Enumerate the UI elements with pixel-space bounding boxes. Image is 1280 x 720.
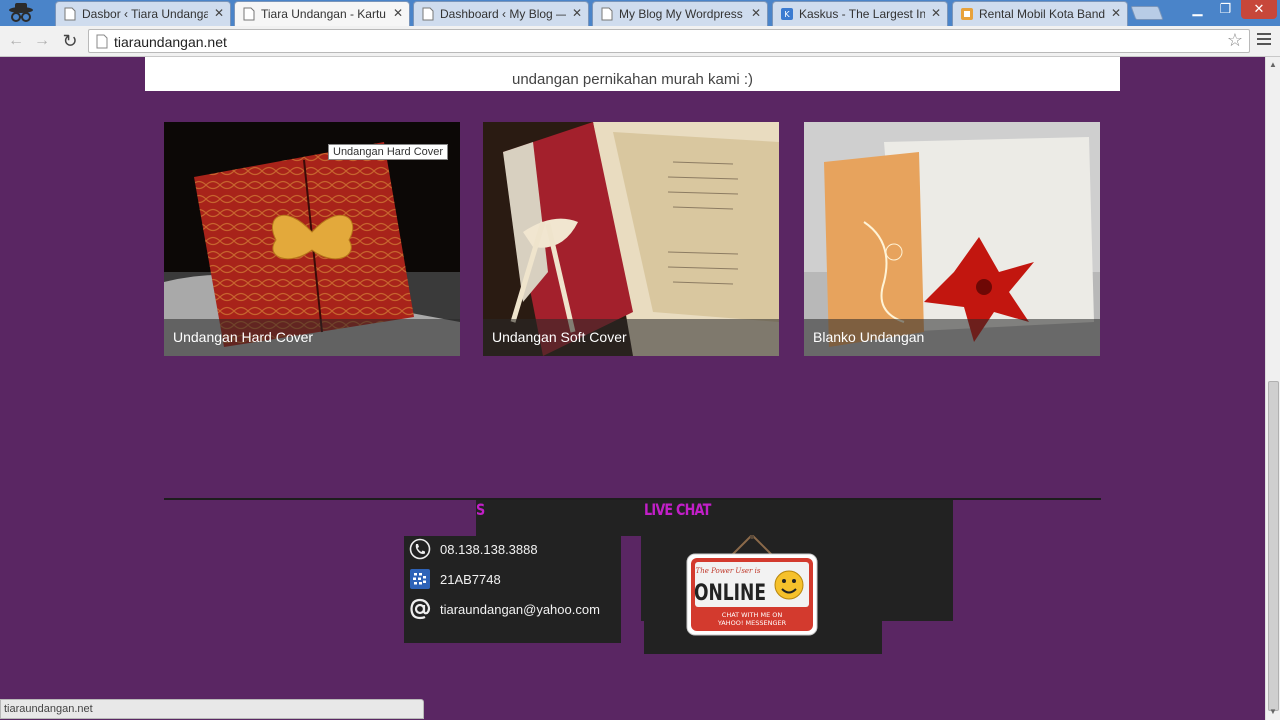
image-tooltip: Undangan Hard Cover	[328, 144, 449, 160]
bbm-pin: 21AB7748	[440, 572, 501, 587]
minimize-icon[interactable]: ▁	[1184, 0, 1211, 19]
url-text: tiaraundangan.net	[114, 34, 227, 50]
tab-dasbor[interactable]: Dasbor ‹ Tiara Undangan ✕	[55, 1, 231, 26]
tab-my-blog[interactable]: My Blog My Wordpress Bl ✕	[592, 1, 768, 26]
card-caption: Undangan Hard Cover	[173, 329, 314, 345]
chrome-menu-icon[interactable]	[1257, 33, 1271, 47]
product-card-soft-cover[interactable]: Undangan Soft Cover	[483, 122, 779, 356]
online-sign-bottom-line1: CHAT WITH ME ON	[722, 611, 783, 619]
yahoo-online-status-sign[interactable]: The Power User is ONLINE CHAT WITH ME ON…	[686, 535, 818, 637]
product-card-blanko[interactable]: Blanko Undangan	[804, 122, 1100, 356]
forward-icon[interactable]: →	[32, 31, 52, 51]
address-bar[interactable]: tiaraundangan.net ☆	[88, 29, 1250, 53]
page-icon	[64, 7, 76, 21]
tab-title: Rental Mobil Kota Bandun	[979, 7, 1105, 21]
card-caption: Blanko Undangan	[813, 329, 925, 345]
scroll-up-icon[interactable]: ▲	[1269, 60, 1277, 69]
tab-rental-mobil[interactable]: Rental Mobil Kota Bandun ✕	[952, 1, 1128, 26]
online-sign-top-text: The Power User is	[696, 567, 761, 575]
incognito-icon	[9, 3, 33, 22]
phone-number: 08.138.138.3888	[440, 542, 538, 557]
reload-icon[interactable]: ↻	[60, 31, 80, 51]
card-caption: Undangan Soft Cover	[492, 329, 627, 345]
vertical-scrollbar[interactable]: ▲ ▼	[1265, 57, 1280, 720]
tab-close-icon[interactable]: ✕	[751, 6, 761, 20]
page-icon	[422, 7, 434, 21]
tab-strip: Dasbor ‹ Tiara Undangan ✕ Tiara Undangan…	[0, 0, 1280, 26]
contact-heading: S	[476, 500, 485, 519]
new-tab-button[interactable]	[1130, 6, 1164, 20]
at-sign-icon	[410, 598, 431, 620]
svg-text:K: K	[784, 10, 790, 19]
email-address[interactable]: tiaraundangan@yahoo.com	[440, 602, 600, 617]
online-sign-main-text: ONLINE	[694, 581, 766, 606]
contact-bbm: 21AB7748	[409, 568, 619, 592]
online-sign-bottom-line2: YAHOO! MESSENGER	[717, 619, 787, 627]
browser-toolbar: ← → ↻ tiaraundangan.net ☆	[0, 26, 1280, 57]
intro-text: undangan pernikahan murah kami :)	[512, 71, 753, 88]
contact-email: tiaraundangan@yahoo.com	[409, 598, 619, 622]
tab-close-icon[interactable]: ✕	[1111, 6, 1121, 20]
scroll-thumb[interactable]	[1268, 381, 1279, 711]
kaskus-favicon-icon: K	[781, 8, 793, 20]
tab-title: My Blog My Wordpress Bl	[619, 7, 745, 21]
tab-close-icon[interactable]: ✕	[393, 6, 403, 20]
contact-heading-background	[476, 500, 641, 536]
bookmark-star-icon[interactable]: ☆	[1227, 30, 1243, 51]
status-bar: tiaraundangan.net	[0, 699, 424, 719]
livechat-heading: LIVE CHAT	[644, 500, 711, 519]
intro-box: undangan pernikahan murah kami :)	[145, 57, 1120, 91]
tab-title: Dashboard ‹ My Blog — W	[440, 7, 566, 21]
contact-phone: 08.138.138.3888	[409, 538, 619, 562]
tab-close-icon[interactable]: ✕	[931, 6, 941, 20]
contact-box: 08.138.138.3888 21AB7748 tiaraundangan@y…	[404, 536, 621, 643]
page-viewport: undangan pernikahan murah kami :) Undang…	[0, 57, 1265, 720]
tab-close-icon[interactable]: ✕	[572, 6, 582, 20]
page-icon	[601, 7, 613, 21]
maximize-icon[interactable]: ❐	[1212, 0, 1239, 19]
tab-dashboard-my-blog[interactable]: Dashboard ‹ My Blog — W ✕	[413, 1, 589, 26]
page-icon	[96, 34, 108, 49]
close-window-icon[interactable]: ✕	[1241, 0, 1277, 19]
rental-favicon-icon	[961, 8, 973, 20]
page-icon	[243, 7, 255, 21]
phone-icon	[409, 538, 431, 560]
tab-close-icon[interactable]: ✕	[214, 6, 224, 20]
blackberry-icon	[410, 569, 430, 589]
tab-tiara-undangan[interactable]: Tiara Undangan - Kartu Ul ✕	[234, 1, 410, 26]
tab-kaskus[interactable]: K Kaskus - The Largest Indo ✕	[772, 1, 948, 26]
tab-title: Dasbor ‹ Tiara Undangan	[82, 7, 208, 21]
back-icon[interactable]: ←	[6, 31, 26, 51]
scroll-down-icon[interactable]: ▼	[1269, 707, 1277, 716]
tab-title: Kaskus - The Largest Indo	[799, 7, 925, 21]
tab-title: Tiara Undangan - Kartu Ul	[261, 7, 387, 21]
